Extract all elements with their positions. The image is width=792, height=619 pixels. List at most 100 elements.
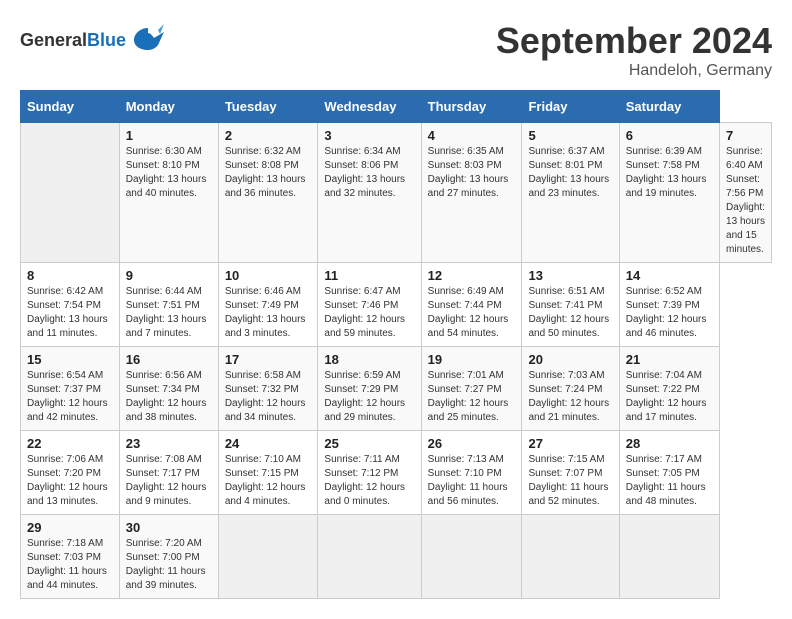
day-info: Sunrise: 6:59 AMSunset: 7:29 PMDaylight:… [324,370,405,423]
calendar-cell: 23 Sunrise: 7:08 AMSunset: 7:17 PMDayligh… [119,431,218,515]
calendar-week-5: 29 Sunrise: 7:18 AMSunset: 7:03 PMDayligh… [21,515,772,599]
day-info: Sunrise: 7:13 AMSunset: 7:10 PMDaylight:… [428,454,508,507]
calendar-cell: 25 Sunrise: 7:11 AMSunset: 7:12 PMDayligh… [318,431,421,515]
day-info: Sunrise: 6:40 AMSunset: 7:56 PMDaylight:… [726,146,765,255]
calendar-cell: 11Sunrise: 6:47 AMSunset: 7:46 PMDayligh… [318,263,421,347]
col-header-wednesday: Wednesday [318,91,421,123]
day-number: 10 [225,268,312,283]
calendar-cell: 20Sunrise: 7:03 AMSunset: 7:24 PMDayligh… [522,347,619,431]
col-header-monday: Monday [119,91,218,123]
day-info: Sunrise: 6:35 AMSunset: 8:03 PMDaylight:… [428,146,509,199]
day-info: Sunrise: 6:32 AMSunset: 8:08 PMDaylight:… [225,146,306,199]
day-info: Sunrise: 6:54 AMSunset: 7:37 PMDaylight:… [27,370,108,423]
day-number: 2 [225,128,312,143]
day-number: 8 [27,268,113,283]
title-area: September 2024 Handeloh, Germany [496,20,772,80]
calendar-cell: 29 Sunrise: 7:18 AMSunset: 7:03 PMDayligh… [21,515,120,599]
calendar-cell: 28Sunrise: 7:17 AMSunset: 7:05 PMDayligh… [619,431,719,515]
calendar-cell: 16 Sunrise: 6:56 AMSunset: 7:34 PMDayligh… [119,347,218,431]
day-info: Sunrise: 6:37 AMSunset: 8:01 PMDaylight:… [528,146,609,199]
calendar-cell: 3 Sunrise: 6:34 AMSunset: 8:06 PMDaylight… [318,123,421,263]
col-header-thursday: Thursday [421,91,522,123]
day-info: Sunrise: 6:30 AMSunset: 8:10 PMDaylight:… [126,146,207,199]
day-number: 26 [428,436,516,451]
day-number: 27 [528,436,612,451]
calendar-cell: 27 Sunrise: 7:15 AMSunset: 7:07 PMDayligh… [522,431,619,515]
day-number: 9 [126,268,212,283]
calendar-cell [21,123,120,263]
day-number: 4 [428,128,516,143]
day-number: 3 [324,128,414,143]
logo-general: General [20,30,87,50]
calendar-cell: 15 Sunrise: 6:54 AMSunset: 7:37 PMDayligh… [21,347,120,431]
calendar-cell: 10 Sunrise: 6:46 AMSunset: 7:49 PMDayligh… [218,263,318,347]
day-number: 28 [626,436,713,451]
day-info: Sunrise: 6:49 AMSunset: 7:44 PMDaylight:… [428,286,509,339]
day-info: Sunrise: 7:06 AMSunset: 7:20 PMDaylight:… [27,454,108,507]
day-number: 11 [324,268,414,283]
logo-text: GeneralBlue [20,30,126,51]
location-title: Handeloh, Germany [496,62,772,80]
calendar-cell: 24Sunrise: 7:10 AMSunset: 7:15 PMDayligh… [218,431,318,515]
day-number: 23 [126,436,212,451]
day-number: 21 [626,352,713,367]
calendar-cell: 21 Sunrise: 7:04 AMSunset: 7:22 PMDayligh… [619,347,719,431]
calendar-week-2: 8Sunrise: 6:42 AMSunset: 7:54 PMDaylight… [21,263,772,347]
day-number: 6 [626,128,713,143]
calendar-cell: 22 Sunrise: 7:06 AMSunset: 7:20 PMDayligh… [21,431,120,515]
day-number: 15 [27,352,113,367]
day-number: 24 [225,436,312,451]
logo-bird-icon [130,20,166,61]
day-info: Sunrise: 6:46 AMSunset: 7:49 PMDaylight:… [225,286,306,339]
calendar-cell [218,515,318,599]
day-info: Sunrise: 7:20 AMSunset: 7:00 PMDaylight:… [126,538,206,591]
calendar-table: SundayMondayTuesdayWednesdayThursdayFrid… [20,90,772,599]
day-number: 30 [126,520,212,535]
col-header-friday: Friday [522,91,619,123]
page-header: GeneralBlue September 2024 Handeloh, Ger… [20,20,772,80]
calendar-cell: 18Sunrise: 6:59 AMSunset: 7:29 PMDayligh… [318,347,421,431]
day-info: Sunrise: 6:34 AMSunset: 8:06 PMDaylight:… [324,146,405,199]
col-header-sunday: Sunday [21,91,120,123]
calendar-header-row: SundayMondayTuesdayWednesdayThursdayFrid… [21,91,772,123]
day-number: 16 [126,352,212,367]
calendar-cell: 17Sunrise: 6:58 AMSunset: 7:32 PMDayligh… [218,347,318,431]
day-number: 14 [626,268,713,283]
col-header-saturday: Saturday [619,91,719,123]
calendar-cell [619,515,719,599]
day-info: Sunrise: 7:08 AMSunset: 7:17 PMDaylight:… [126,454,207,507]
month-title: September 2024 [496,20,772,62]
calendar-cell: 5Sunrise: 6:37 AMSunset: 8:01 PMDaylight… [522,123,619,263]
calendar-week-1: 1 Sunrise: 6:30 AMSunset: 8:10 PMDaylight… [21,123,772,263]
day-number: 1 [126,128,212,143]
day-info: Sunrise: 6:51 AMSunset: 7:41 PMDaylight:… [528,286,609,339]
calendar-cell: 26 Sunrise: 7:13 AMSunset: 7:10 PMDayligh… [421,431,522,515]
day-info: Sunrise: 6:39 AMSunset: 7:58 PMDaylight:… [626,146,707,199]
day-number: 25 [324,436,414,451]
day-info: Sunrise: 7:04 AMSunset: 7:22 PMDaylight:… [626,370,707,423]
calendar-cell [522,515,619,599]
day-number: 29 [27,520,113,535]
calendar-cell [318,515,421,599]
col-header-tuesday: Tuesday [218,91,318,123]
calendar-week-3: 15 Sunrise: 6:54 AMSunset: 7:37 PMDayligh… [21,347,772,431]
day-info: Sunrise: 6:52 AMSunset: 7:39 PMDaylight:… [626,286,707,339]
calendar-cell: 19Sunrise: 7:01 AMSunset: 7:27 PMDayligh… [421,347,522,431]
day-info: Sunrise: 7:11 AMSunset: 7:12 PMDaylight:… [324,454,405,507]
calendar-cell: 12 Sunrise: 6:49 AMSunset: 7:44 PMDayligh… [421,263,522,347]
day-number: 7 [726,128,765,143]
calendar-cell: 13Sunrise: 6:51 AMSunset: 7:41 PMDayligh… [522,263,619,347]
day-info: Sunrise: 7:15 AMSunset: 7:07 PMDaylight:… [528,454,608,507]
day-info: Sunrise: 6:44 AMSunset: 7:51 PMDaylight:… [126,286,207,339]
day-number: 12 [428,268,516,283]
calendar-week-4: 22 Sunrise: 7:06 AMSunset: 7:20 PMDayligh… [21,431,772,515]
day-info: Sunrise: 6:56 AMSunset: 7:34 PMDaylight:… [126,370,207,423]
day-number: 22 [27,436,113,451]
day-info: Sunrise: 7:01 AMSunset: 7:27 PMDaylight:… [428,370,509,423]
calendar-cell: 2 Sunrise: 6:32 AMSunset: 8:08 PMDaylight… [218,123,318,263]
logo: GeneralBlue [20,20,166,61]
calendar-cell: 9 Sunrise: 6:44 AMSunset: 7:51 PMDaylight… [119,263,218,347]
day-info: Sunrise: 7:18 AMSunset: 7:03 PMDaylight:… [27,538,107,591]
calendar-cell: 4 Sunrise: 6:35 AMSunset: 8:03 PMDaylight… [421,123,522,263]
calendar-cell: 14 Sunrise: 6:52 AMSunset: 7:39 PMDayligh… [619,263,719,347]
